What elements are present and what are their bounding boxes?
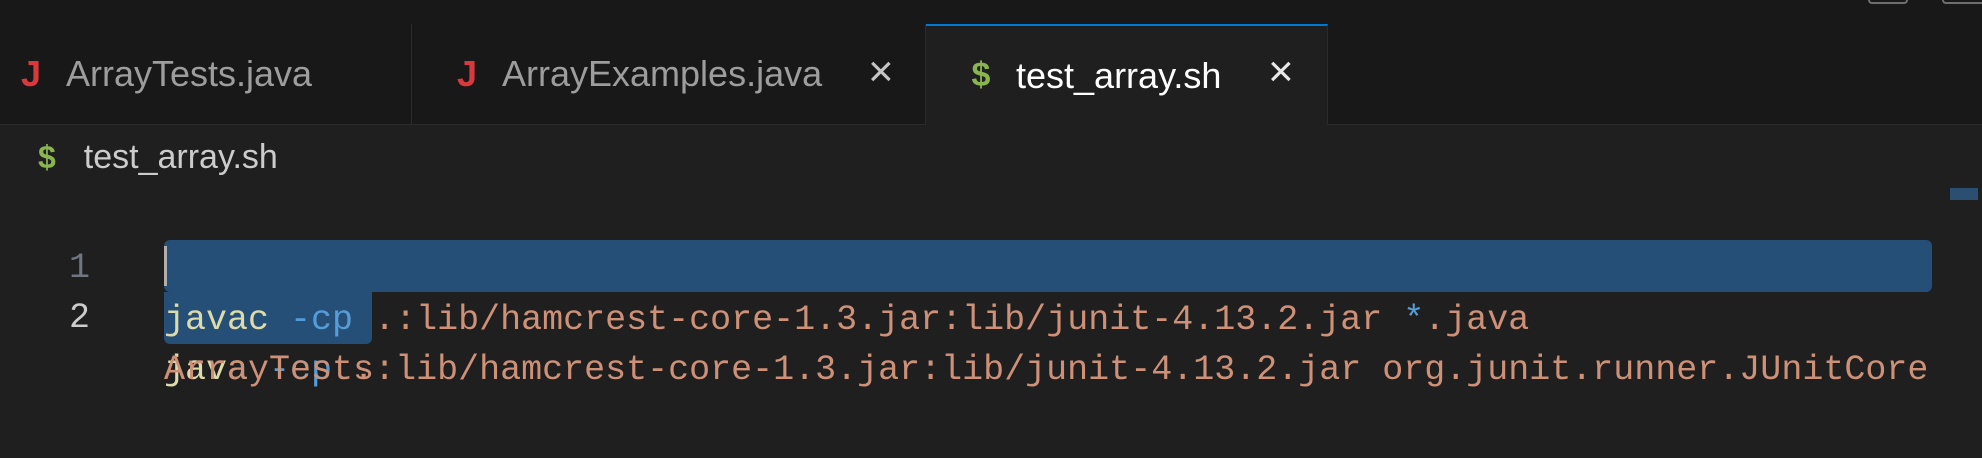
- code-test-class: ArrayTests: [164, 350, 375, 390]
- minimap-selection-marker: [1950, 188, 1978, 200]
- code-text: java -cp .:lib/hamcrest-core-1.3.jar:lib…: [164, 344, 1928, 396]
- editor-window: J ArrayTests.java J ArrayExamples.java ×…: [0, 0, 1982, 458]
- tab-label: test_array.sh: [1016, 54, 1222, 96]
- title-bar: [0, 0, 1982, 25]
- close-icon[interactable]: ×: [868, 50, 894, 94]
- tab-bar: J ArrayTests.java J ArrayExamples.java ×…: [0, 24, 1982, 125]
- breadcrumb-file[interactable]: test_array.sh: [84, 138, 278, 177]
- code-text: ArrayTests: [164, 344, 374, 396]
- code-runner-class: org.junit.runner.JUnitCore: [1382, 350, 1929, 390]
- breadcrumb[interactable]: $ test_array.sh: [38, 133, 278, 181]
- code-line-2: 2 java -cp .:lib/hamcrest-core-1.3.jar:l…: [0, 240, 1982, 390]
- tab-label: ArrayExamples.java: [502, 53, 823, 94]
- code-classpath: .:lib/hamcrest-core-1.3.jar:lib/junit-4.…: [353, 350, 1362, 390]
- tab-arraytests-java[interactable]: J ArrayTests.java: [0, 24, 412, 124]
- layout-toggle-icon[interactable]: [1868, 0, 1908, 4]
- shell-file-icon: $: [971, 56, 991, 94]
- code-line-1: 1 javac -cp .:lib/hamcrest-core-1.3.jar:…: [0, 190, 1982, 340]
- close-icon[interactable]: ×: [1268, 50, 1294, 94]
- tab-arrayexamples-java[interactable]: J ArrayExamples.java ×: [412, 24, 926, 124]
- shell-file-icon: $: [38, 138, 56, 175]
- panel-toggle-icon[interactable]: [1942, 0, 1982, 4]
- java-file-icon: J: [456, 53, 478, 94]
- code-editor[interactable]: 1 javac -cp .:lib/hamcrest-core-1.3.jar:…: [0, 190, 1982, 458]
- tab-label: ArrayTests.java: [66, 53, 313, 94]
- code-line-2-wrap: ArrayTests: [0, 292, 1982, 390]
- tab-test-array-sh[interactable]: $ test_array.sh ×: [926, 24, 1328, 125]
- java-file-icon: J: [20, 53, 42, 94]
